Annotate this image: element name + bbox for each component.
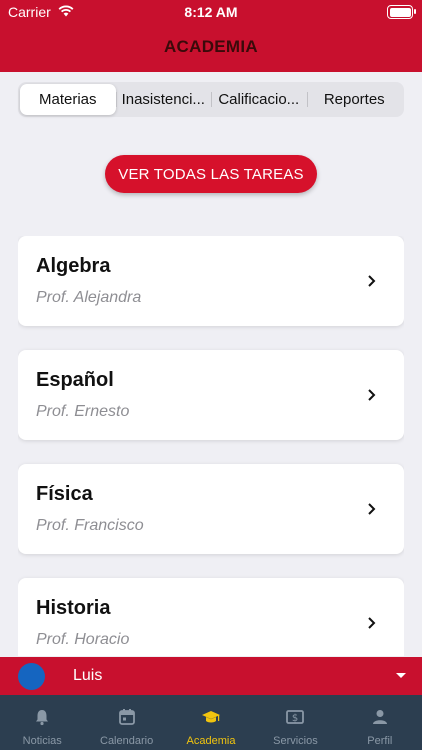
- page-title: ACADEMIA: [163, 37, 258, 56]
- user-name: Luis: [73, 667, 103, 684]
- tab-label: Servicios: [273, 735, 318, 747]
- subject-list: Algebra Prof. Alejandra Español Prof. Er…: [18, 236, 404, 656]
- subject-card-algebra[interactable]: Algebra Prof. Alejandra: [18, 236, 404, 326]
- tab-servicios[interactable]: $ Servicios: [253, 695, 337, 750]
- header-bar: Carrier 8:12 AM ACADEMIA: [0, 0, 422, 72]
- teacher-name: Prof. Alejandra: [36, 289, 142, 306]
- subject-card-historia[interactable]: Historia Prof. Horacio: [18, 578, 404, 656]
- chevron-right-icon: [368, 617, 376, 629]
- tab-label: Perfil: [367, 735, 393, 747]
- chevron-right-icon: [368, 275, 376, 287]
- tab-label: Calendario: [100, 735, 154, 747]
- subject-name: Física: [36, 483, 93, 505]
- chevron-right-icon: [368, 389, 376, 401]
- tab-bar: Noticias Calendario Academia $ Servicios: [0, 695, 422, 750]
- person-icon: [372, 710, 387, 724]
- tab-label: Academia: [186, 735, 236, 747]
- graduation-cap-icon: [202, 711, 221, 723]
- chevron-right-icon: [368, 503, 376, 515]
- subject-name: Historia: [36, 597, 111, 619]
- subject-card-fisica[interactable]: Física Prof. Francisco: [18, 464, 404, 554]
- segment-reportes[interactable]: Reportes: [306, 84, 403, 115]
- clock: 8:12 AM: [184, 4, 238, 20]
- segmented-control: Materias Inasistenci... Calificacio... R…: [18, 82, 404, 117]
- tab-academia[interactable]: Academia: [169, 695, 253, 750]
- segment-materias[interactable]: Materias: [20, 84, 116, 115]
- status-bar: Carrier 8:12 AM: [0, 0, 422, 24]
- teacher-name: Prof. Francisco: [36, 517, 144, 534]
- battery-icon: [387, 5, 416, 19]
- tab-calendario[interactable]: Calendario: [84, 695, 168, 750]
- chevron-down-icon: [396, 673, 406, 678]
- user-selector[interactable]: Luis: [0, 657, 422, 695]
- subject-card-espanol[interactable]: Español Prof. Ernesto: [18, 350, 404, 440]
- subject-name: Español: [36, 369, 114, 391]
- svg-text:$: $: [292, 713, 298, 724]
- avatar: [18, 663, 45, 690]
- teacher-name: Prof. Horacio: [36, 631, 130, 648]
- tab-perfil[interactable]: Perfil: [338, 695, 422, 750]
- dollar-bill-icon: $: [286, 710, 305, 724]
- bell-icon: [36, 710, 49, 726]
- view-all-tasks-button[interactable]: VER TODAS LAS TAREAS: [105, 155, 317, 193]
- subject-name: Algebra: [36, 255, 111, 277]
- tab-label: Noticias: [22, 735, 62, 747]
- segment-inasistencias[interactable]: Inasistenci...: [115, 84, 212, 115]
- tab-noticias[interactable]: Noticias: [0, 695, 84, 750]
- calendar-icon: [118, 709, 135, 725]
- segment-calificaciones[interactable]: Calificacio...: [211, 84, 307, 115]
- teacher-name: Prof. Ernesto: [36, 403, 130, 420]
